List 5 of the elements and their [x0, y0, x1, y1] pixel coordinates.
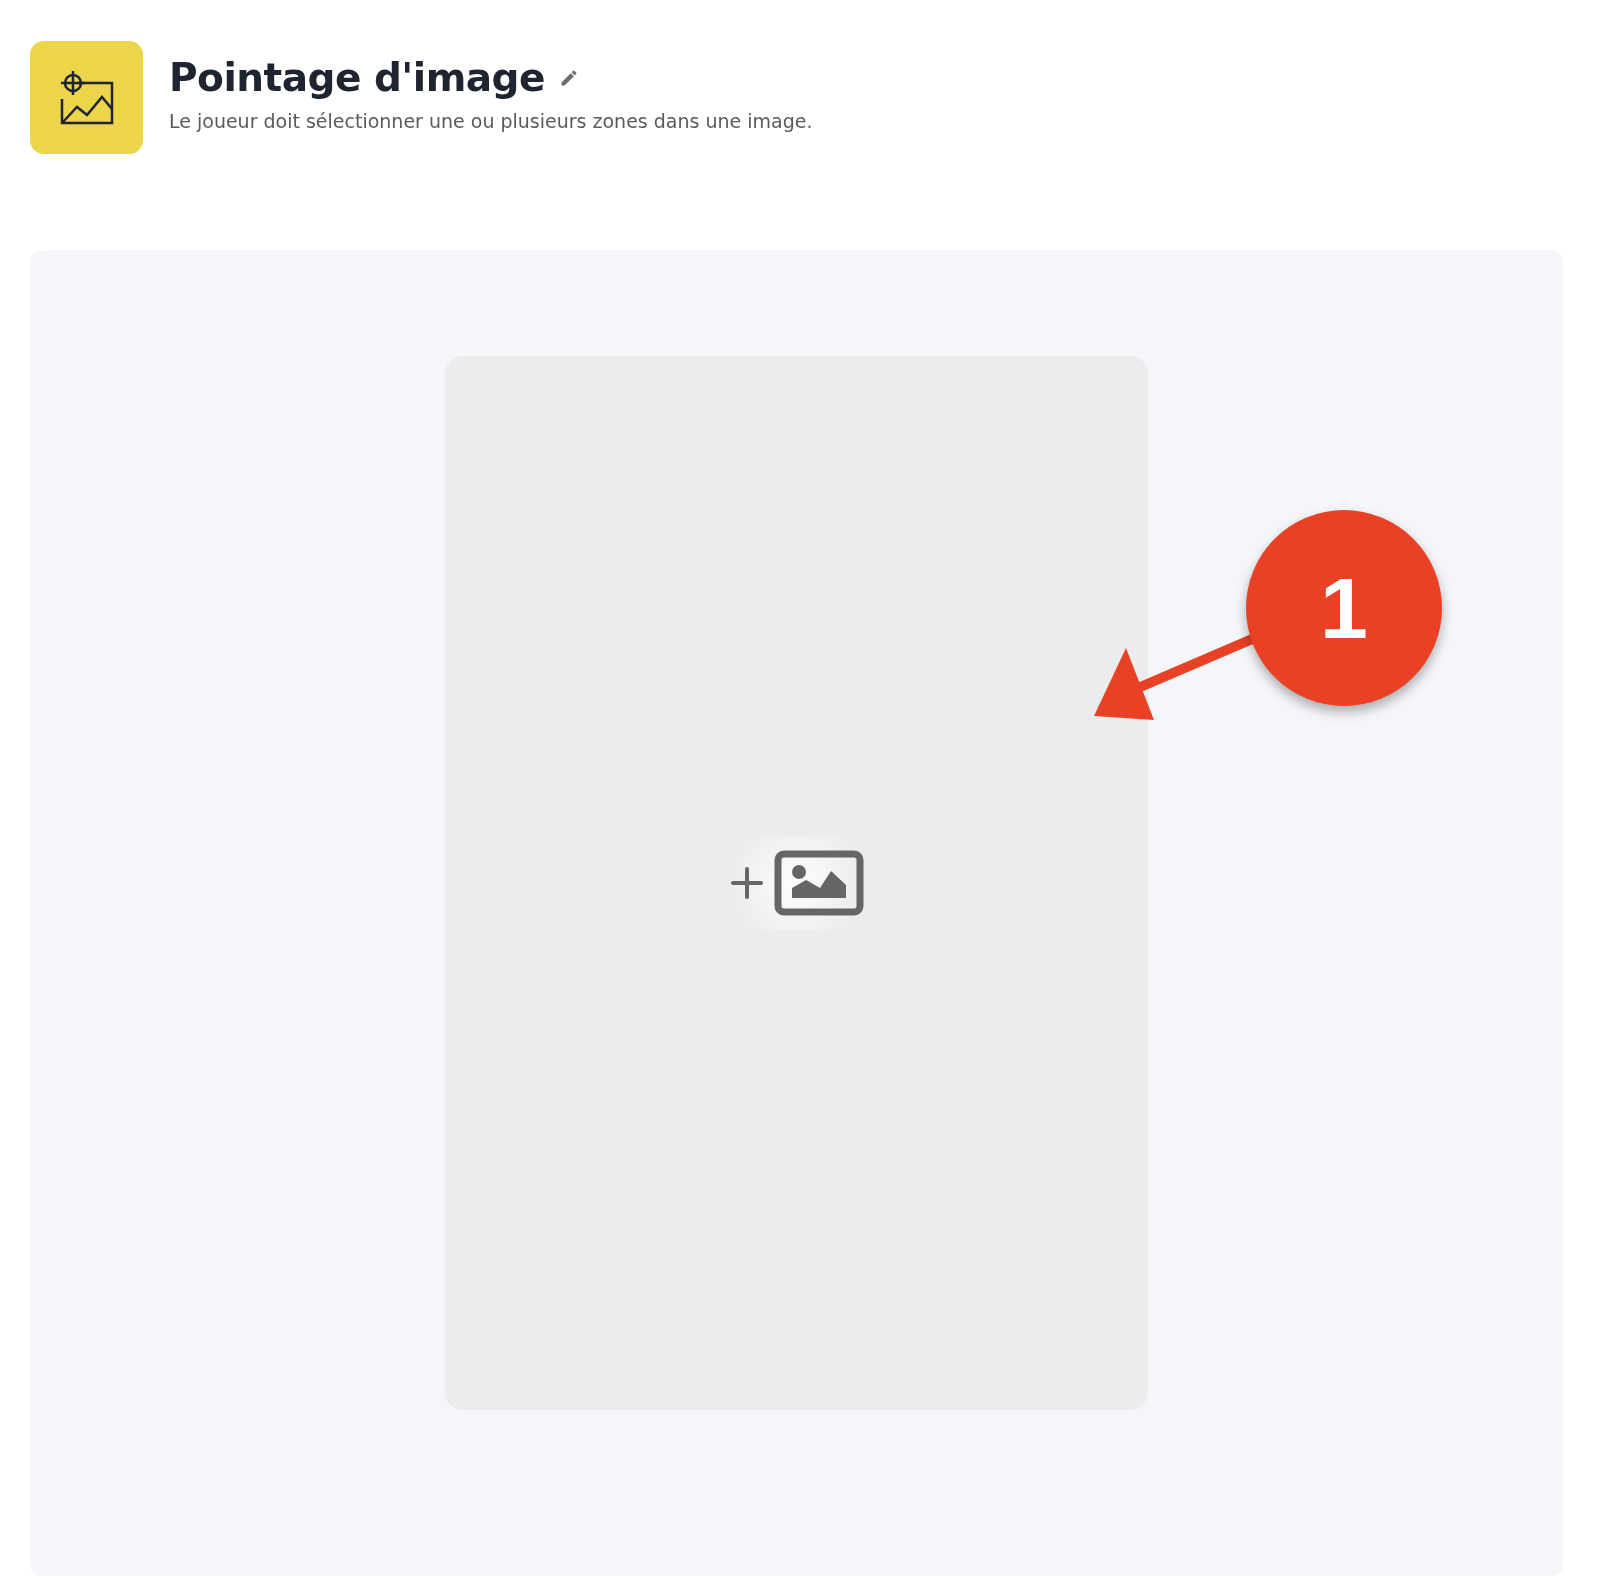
image-icon — [773, 850, 864, 916]
page-description: Le joueur doit sélectionner une ou plusieurs zones dans une image. — [169, 110, 813, 132]
plus-icon — [729, 866, 764, 900]
image-target-icon — [30, 41, 143, 154]
page-title: Pointage d'image — [169, 55, 545, 100]
